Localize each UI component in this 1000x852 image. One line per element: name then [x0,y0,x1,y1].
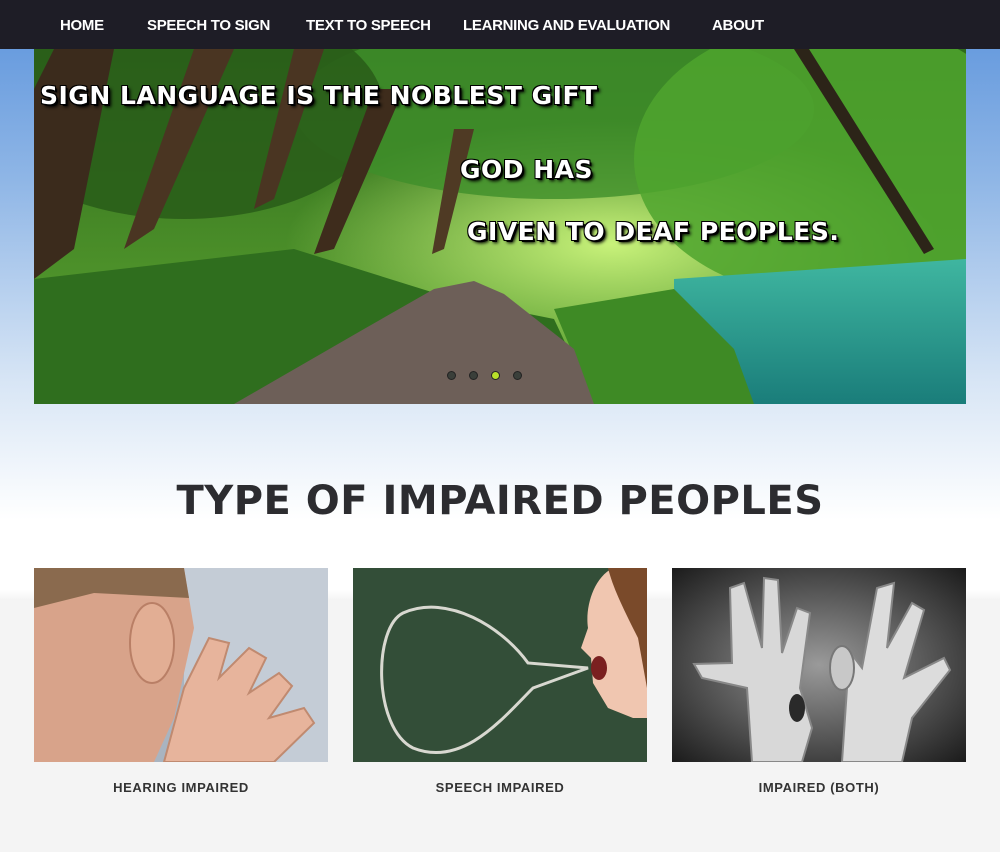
nav-about[interactable]: ABOUT [712,17,764,34]
hero-text-line3: GIVEN TO DEAF PEOPLES. [467,217,840,246]
card-caption: SPEECH IMPAIRED [435,780,565,795]
ear-hand-photo [34,568,328,762]
slider-dot-4[interactable] [513,371,522,380]
hands-ear-mouth-photo [672,568,966,762]
card-caption: HEARING IMPAIRED [113,780,249,795]
nav-home[interactable]: HOME [60,17,104,34]
top-navbar: HOME SPEECH TO SIGN TEXT TO SPEECH LEARN… [0,0,1000,49]
hero-slider: SIGN LANGUAGE IS THE NOBLEST GIFT GOD HA… [34,49,966,404]
slider-dot-2[interactable] [469,371,478,380]
slider-dot-3[interactable] [491,371,500,380]
card-hearing-impaired[interactable]: HEARING IMPAIRED [34,568,328,795]
card-impaired-both[interactable]: IMPAIRED (BOTH) [672,568,966,795]
girl-speech-bubble-photo [353,568,647,762]
card-caption: IMPAIRED (BOTH) [758,780,880,795]
card-speech-impaired[interactable]: SPEECH IMPAIRED [353,568,647,795]
nav-speech-to-sign[interactable]: SPEECH TO SIGN [147,17,270,34]
hero-text-line2: GOD HAS [460,155,594,184]
nav-text-to-speech[interactable]: TEXT TO SPEECH [306,17,431,34]
slider-dots [447,371,522,380]
slider-dot-1[interactable] [447,371,456,380]
hero-text-line1: SIGN LANGUAGE IS THE NOBLEST GIFT [40,81,598,110]
section-title: TYPE OF IMPAIRED PEOPLES [176,478,824,524]
nav-learning-and-evaluation[interactable]: LEARNING AND EVALUATION [463,17,670,34]
